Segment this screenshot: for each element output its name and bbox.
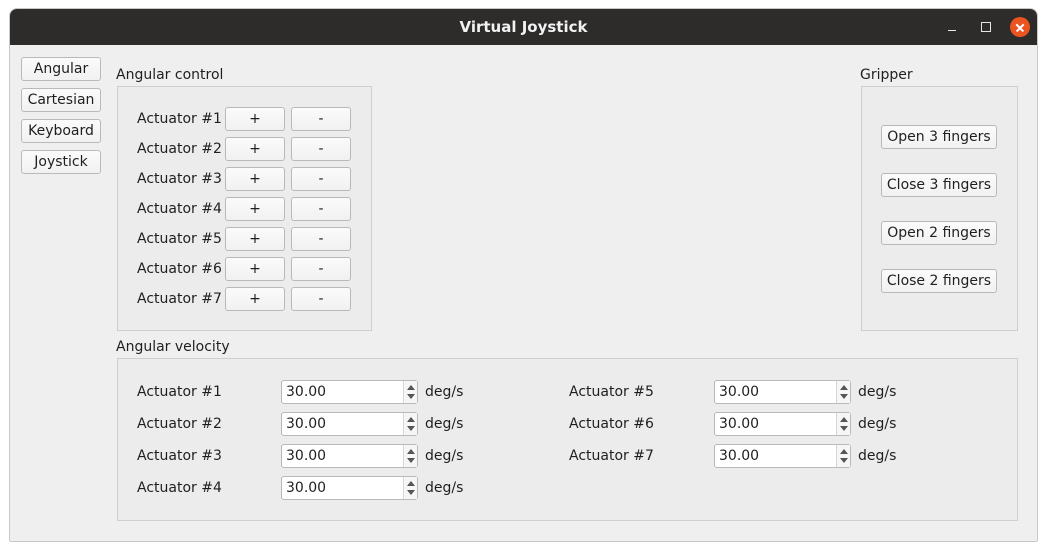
keyboard-mode-button[interactable]: Keyboard — [21, 119, 101, 143]
actuator-4-velocity-spinbox[interactable]: 30.00 — [281, 476, 418, 500]
spinbox-value: 30.00 — [719, 416, 760, 432]
spinbox-value: 30.00 — [719, 384, 760, 400]
actuator-7-velocity-spinbox[interactable]: 30.00 — [714, 444, 851, 468]
close-3-fingers-button[interactable]: Close 3 fingers — [881, 173, 997, 197]
gripper-title: Gripper — [860, 67, 913, 83]
actuator-7-plus-button[interactable]: + — [225, 287, 285, 311]
velocity-actuator-label: Actuator #5 — [569, 384, 654, 400]
velocity-actuator-label: Actuator #4 — [137, 480, 222, 496]
unit-label: deg/s — [425, 480, 464, 496]
spinbox-value: 30.00 — [286, 448, 327, 464]
actuator-6-plus-button[interactable]: + — [225, 257, 285, 281]
actuator-label: Actuator #6 — [137, 261, 222, 277]
actuator-label: Actuator #7 — [137, 291, 222, 307]
actuator-2-minus-button[interactable]: - — [291, 137, 351, 161]
velocity-actuator-label: Actuator #1 — [137, 384, 222, 400]
spin-arrows-icon[interactable] — [836, 445, 850, 467]
actuator-label: Actuator #2 — [137, 141, 222, 157]
spin-arrows-icon[interactable] — [403, 381, 417, 403]
actuator-7-minus-button[interactable]: - — [291, 287, 351, 311]
actuator-6-velocity-spinbox[interactable]: 30.00 — [714, 412, 851, 436]
maximize-icon[interactable] — [976, 17, 996, 37]
spin-arrows-icon[interactable] — [403, 413, 417, 435]
open-2-fingers-button[interactable]: Open 2 fingers — [881, 221, 997, 245]
actuator-3-plus-button[interactable]: + — [225, 167, 285, 191]
actuator-5-velocity-spinbox[interactable]: 30.00 — [714, 380, 851, 404]
cartesian-mode-button[interactable]: Cartesian — [21, 88, 101, 112]
spinbox-value: 30.00 — [286, 480, 327, 496]
window-title: Virtual Joystick — [459, 18, 588, 36]
close-2-fingers-button[interactable]: Close 2 fingers — [881, 269, 997, 293]
actuator-5-minus-button[interactable]: - — [291, 227, 351, 251]
actuator-5-plus-button[interactable]: + — [225, 227, 285, 251]
unit-label: deg/s — [425, 416, 464, 432]
actuator-4-plus-button[interactable]: + — [225, 197, 285, 221]
angular-mode-button[interactable]: Angular — [21, 57, 101, 81]
unit-label: deg/s — [425, 448, 464, 464]
minimize-icon[interactable] — [942, 17, 962, 37]
actuator-label: Actuator #4 — [137, 201, 222, 217]
unit-label: deg/s — [858, 448, 897, 464]
unit-label: deg/s — [858, 384, 897, 400]
angular-control-title: Angular control — [116, 67, 224, 83]
app-window: Virtual Joystick Angular Cartesian Keybo… — [9, 8, 1038, 542]
unit-label: deg/s — [858, 416, 897, 432]
title-bar: Virtual Joystick — [10, 9, 1037, 45]
velocity-actuator-label: Actuator #6 — [569, 416, 654, 432]
spinbox-value: 30.00 — [286, 416, 327, 432]
actuator-6-minus-button[interactable]: - — [291, 257, 351, 281]
actuator-2-velocity-spinbox[interactable]: 30.00 — [281, 412, 418, 436]
actuator-label: Actuator #1 — [137, 111, 222, 127]
spinbox-value: 30.00 — [719, 448, 760, 464]
angular-velocity-title: Angular velocity — [116, 339, 230, 355]
close-icon[interactable] — [1010, 17, 1030, 37]
open-3-fingers-button[interactable]: Open 3 fingers — [881, 125, 997, 149]
velocity-actuator-label: Actuator #2 — [137, 416, 222, 432]
actuator-3-velocity-spinbox[interactable]: 30.00 — [281, 444, 418, 468]
actuator-1-velocity-spinbox[interactable]: 30.00 — [281, 380, 418, 404]
gripper-group — [861, 86, 1018, 331]
joystick-mode-button[interactable]: Joystick — [21, 150, 101, 174]
velocity-actuator-label: Actuator #7 — [569, 448, 654, 464]
actuator-3-minus-button[interactable]: - — [291, 167, 351, 191]
actuator-1-minus-button[interactable]: - — [291, 107, 351, 131]
spin-arrows-icon[interactable] — [836, 413, 850, 435]
velocity-actuator-label: Actuator #3 — [137, 448, 222, 464]
actuator-1-plus-button[interactable]: + — [225, 107, 285, 131]
actuator-label: Actuator #3 — [137, 171, 222, 187]
spin-arrows-icon[interactable] — [403, 445, 417, 467]
spinbox-value: 30.00 — [286, 384, 327, 400]
spin-arrows-icon[interactable] — [836, 381, 850, 403]
unit-label: deg/s — [425, 384, 464, 400]
actuator-2-plus-button[interactable]: + — [225, 137, 285, 161]
actuator-label: Actuator #5 — [137, 231, 222, 247]
actuator-4-minus-button[interactable]: - — [291, 197, 351, 221]
spin-arrows-icon[interactable] — [403, 477, 417, 499]
